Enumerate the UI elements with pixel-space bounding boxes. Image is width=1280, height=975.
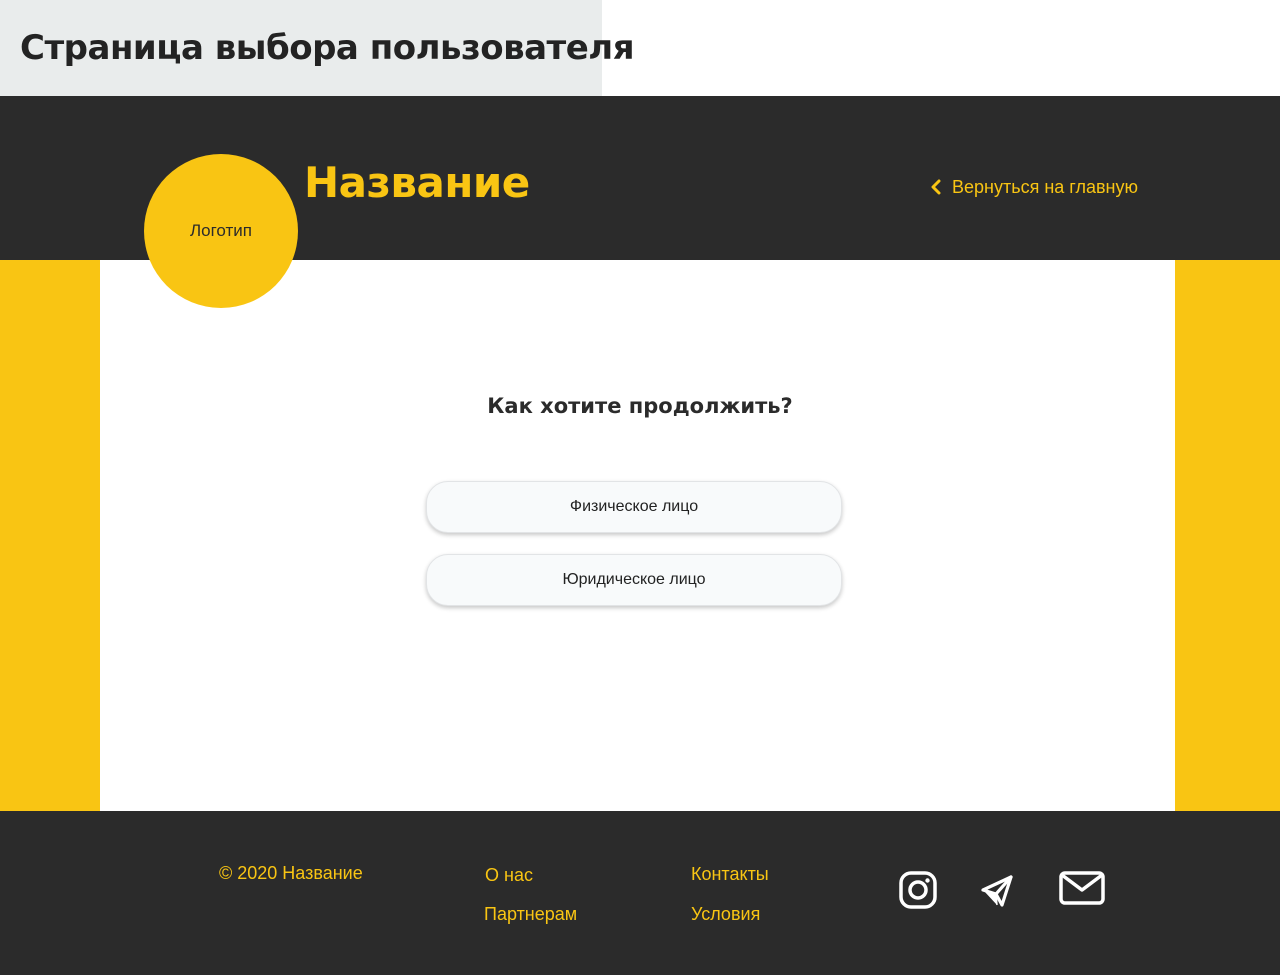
footer-link-contacts[interactable]: Контакты bbox=[691, 864, 769, 885]
site-title: Название bbox=[304, 158, 530, 207]
footer-link-about[interactable]: О нас bbox=[485, 865, 533, 886]
logo[interactable]: Логотип bbox=[144, 154, 298, 308]
footer-link-terms[interactable]: Условия bbox=[691, 904, 760, 925]
footer-link-partners[interactable]: Партнерам bbox=[484, 904, 577, 925]
page-caption: Страница выбора пользователя bbox=[20, 28, 635, 68]
chevron-left-icon bbox=[930, 179, 942, 195]
individual-button-label: Физическое лицо bbox=[569, 498, 699, 515]
left-accent-bar bbox=[0, 260, 100, 811]
back-link-label: Вернуться на главную bbox=[952, 176, 1138, 197]
right-accent-bar bbox=[1175, 260, 1280, 811]
instagram-icon[interactable] bbox=[899, 871, 937, 909]
question-heading: Как хотите продолжить? bbox=[487, 394, 793, 418]
caption-bar: Страница выбора пользователя bbox=[0, 0, 635, 96]
back-to-home-link[interactable]: Вернуться на главную bbox=[930, 175, 1138, 199]
footer-copyright: © 2020 Название bbox=[219, 863, 363, 883]
mail-icon[interactable] bbox=[1059, 871, 1105, 905]
legal-entity-button-label: Юридическое лицо bbox=[562, 571, 706, 588]
logo-text: Логотип bbox=[189, 221, 252, 240]
individual-button[interactable]: Физическое лицо bbox=[426, 481, 842, 533]
legal-entity-button[interactable]: Юридическое лицо bbox=[426, 554, 842, 606]
telegram-icon[interactable] bbox=[980, 874, 1014, 908]
